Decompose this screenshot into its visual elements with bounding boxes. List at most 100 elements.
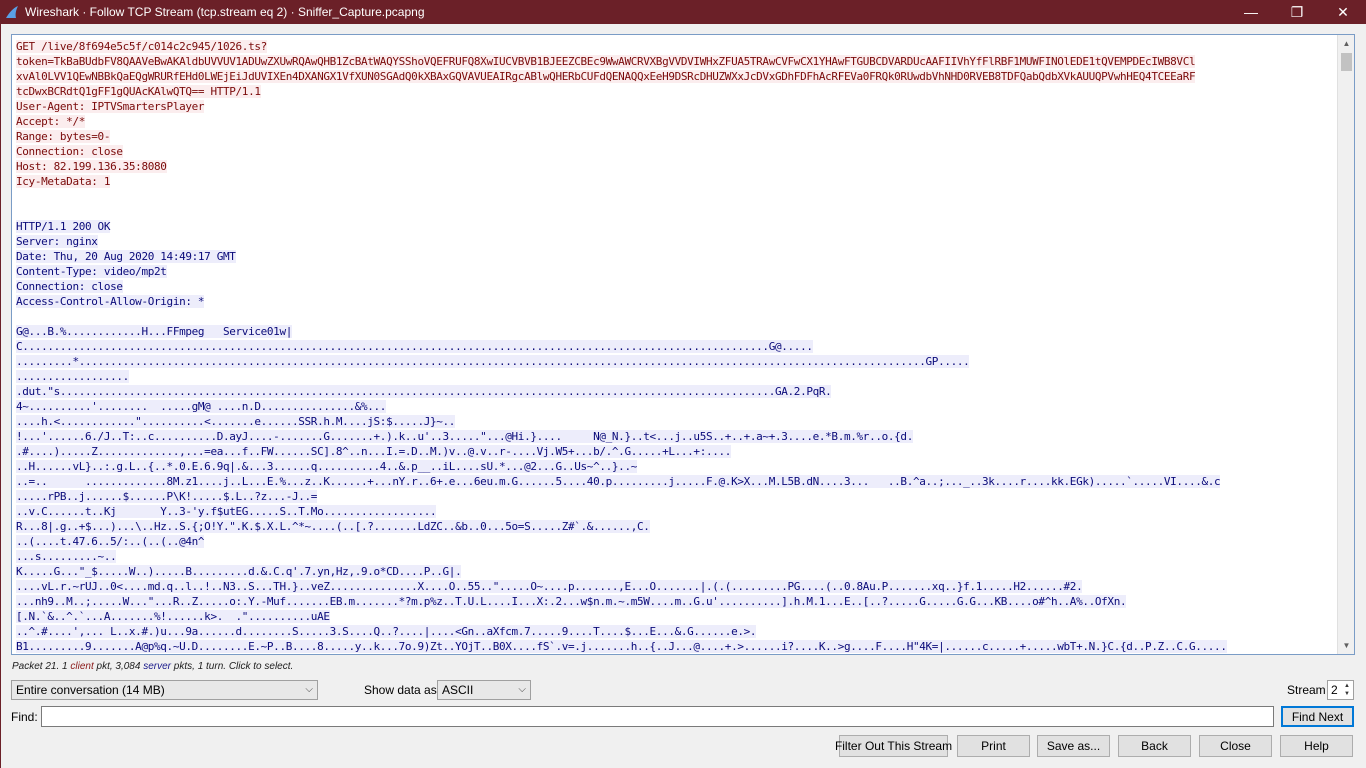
window-border: [0, 24, 1, 768]
back-label: Back: [1141, 739, 1168, 753]
print-button[interactable]: Print: [957, 735, 1030, 757]
stream-text-client: tcDwxBCRdtQ1gFF1gQUAcKAlwQTQ== HTTP/1.1: [16, 85, 261, 98]
packet-info-client: client: [70, 661, 94, 672]
show-data-as-label: Show data as: [364, 683, 437, 697]
scroll-up-arrow-icon[interactable]: ▲: [1338, 35, 1354, 52]
restore-icon: ❐: [1290, 3, 1304, 20]
stream-line-client: Range: bytes=0-: [16, 129, 1336, 144]
stream-line-server: ....vL.r.~rUJ..0<....md.q..l..!..N3..S..…: [16, 579, 1336, 594]
stream-line-client: Icy-MetaData: 1: [16, 174, 1336, 189]
stream-line-server: 4~..........'........ .....gM@ ....n.D..…: [16, 399, 1336, 414]
spin-arrows-icon[interactable]: ▲ ▼: [1342, 682, 1352, 698]
print-label: Print: [981, 739, 1006, 753]
stream-number-value: 2: [1331, 683, 1338, 697]
stream-line-server: ..................: [16, 369, 1336, 384]
stream-text-server: .....rPB..j......$......P\K!.....$.L..?z…: [16, 490, 318, 503]
stream-text-server: R...8|.g..+$...)...\..Hz..S.{;O!Y.".K.$.…: [16, 520, 650, 533]
stream-line-server: HTTP/1.1 200 OK: [16, 219, 1336, 234]
stream-line-server: ..^.#....',... L..x.#.)u...9a......d....…: [16, 624, 1336, 639]
stream-line-server: ...s.........~..: [16, 549, 1336, 564]
save-as-button[interactable]: Save as...: [1037, 735, 1110, 757]
stream-text-server: Access-Control-Allow-Origin: *: [16, 295, 205, 308]
stream-text-client: Host: 82.199.136.35:8080: [16, 160, 167, 173]
stream-text-server: ....h.<............"..........<.......e.…: [16, 415, 456, 428]
help-label: Help: [1304, 739, 1329, 753]
stream-line-server: .....rPB..j......$......P\K!.....$.L..?z…: [16, 489, 1336, 504]
stream-line-server: ..v.C......t..Kj Y..3-'y.f$utEG.....S..T…: [16, 504, 1336, 519]
stream-text-area[interactable]: GET /live/8f694e5c5f/c014c2c945/1026.ts?…: [11, 34, 1355, 655]
stream-line-server: ..(....t.47.6..5/:..(..(..@4n^: [16, 534, 1336, 549]
stream-text-server: ..H......vL}..:.g.L..{..*.0.E.6.9q|.&...…: [16, 460, 637, 473]
stream-line-client: User-Agent: IPTVSmartersPlayer: [16, 99, 1336, 114]
back-button[interactable]: Back: [1118, 735, 1191, 757]
stream-text-client: Connection: close: [16, 145, 123, 158]
stream-line-server: ..H......vL}..:.g.L..{..*.0.E.6.9q|.&...…: [16, 459, 1336, 474]
stream-text-client: User-Agent: IPTVSmartersPlayer: [16, 100, 205, 113]
stream-text-server: !...'......6./J..T:..c..........D.ayJ...…: [16, 430, 913, 443]
stream-text-client: xvAl0LVV1QEwNBBkQaEQgWRURfEHd0LWEjEiJdUV…: [16, 70, 1196, 83]
stream-line-client: token=TkBaBUdbFV8QAAVeBwAKAldbUVVUV1ADUw…: [16, 54, 1336, 69]
stream-content[interactable]: GET /live/8f694e5c5f/c014c2c945/1026.ts?…: [16, 39, 1336, 655]
stream-text-server: Server: nginx: [16, 235, 98, 248]
stream-text-server: ..=.. .............8M.z1....j..L...E.%..…: [16, 475, 1221, 488]
packet-info-status[interactable]: Packet 21. 1 client pkt, 3,084 server pk…: [12, 661, 293, 672]
stream-line-server: ...nh9..M..;.....W..."...R..Z.....o:.Y.-…: [16, 594, 1336, 609]
find-input[interactable]: [41, 706, 1274, 727]
scroll-thumb[interactable]: [1341, 53, 1352, 71]
find-next-button[interactable]: Find Next: [1281, 706, 1354, 727]
show-data-as-value: ASCII: [442, 683, 474, 697]
packet-info-server: server: [143, 661, 172, 672]
stream-line-client: xvAl0LVV1QEwNBBkQaEQgWRURfEHd0LWEjEiJdUV…: [16, 69, 1336, 84]
show-data-as-select[interactable]: ASCII ⌵: [437, 680, 531, 700]
stream-line-server: ....h.<............"..........<.......e.…: [16, 414, 1336, 429]
save-as-label: Save as...: [1046, 739, 1101, 753]
close-button[interactable]: Close: [1199, 735, 1272, 757]
scroll-down-arrow-icon[interactable]: ▼: [1338, 637, 1354, 654]
stream-line-client: Host: 82.199.136.35:8080: [16, 159, 1336, 174]
chevron-down-icon: ⌵: [518, 684, 526, 695]
stream-line-server: C.......................................…: [16, 339, 1336, 354]
close-icon: ✕: [1337, 3, 1349, 20]
stream-line-server: Server: nginx: [16, 234, 1336, 249]
stream-text-server: Content-Type: video/mp2t: [16, 265, 167, 278]
find-next-label: Find Next: [1291, 709, 1344, 724]
minimize-icon: —: [1244, 4, 1258, 20]
stream-line-client: GET /live/8f694e5c5f/c014c2c945/1026.ts?: [16, 39, 1336, 54]
find-label: Find:: [11, 710, 38, 724]
stream-text-client: GET /live/8f694e5c5f/c014c2c945/1026.ts?: [16, 40, 267, 53]
stream-line-client: tcDwxBCRdtQ1gFF1gQUAcKAlwQTQ== HTTP/1.1: [16, 84, 1336, 99]
conversation-select[interactable]: Entire conversation (14 MB) ⌵: [11, 680, 318, 700]
maximize-button[interactable]: ❐: [1274, 0, 1320, 24]
stream-line-server: G@...B.%............H...FFmpeg Service01…: [16, 324, 1336, 339]
stream-line-server: .#....).....Z.............,...=ea...f..F…: [16, 444, 1336, 459]
stream-line-server: Access-Control-Allow-Origin: *: [16, 294, 1336, 309]
stream-text-client: Icy-MetaData: 1: [16, 175, 111, 188]
close-window-button[interactable]: ✕: [1320, 0, 1366, 24]
packet-info-middle: pkt, 3,084: [93, 661, 144, 672]
stream-text-server: ..................: [16, 370, 129, 383]
filter-out-stream-label: Filter Out This Stream: [834, 739, 953, 753]
stream-blank-line: [16, 189, 1336, 204]
stream-text-client: Range: bytes=0-: [16, 130, 111, 143]
stream-line-client: Connection: close: [16, 144, 1336, 159]
filter-out-stream-button[interactable]: Filter Out This Stream: [835, 735, 952, 757]
stream-text-server: .dut."s.................................…: [16, 385, 832, 398]
packet-info-prefix: Packet 21. 1: [12, 661, 71, 672]
stream-line-server: R...8|.g..+$...)...\..Hz..S.{;O!Y.".K.$.…: [16, 519, 1336, 534]
stream-line-server: Date: Thu, 20 Aug 2020 14:49:17 GMT: [16, 249, 1336, 264]
chevron-down-icon: ⌵: [305, 684, 313, 695]
stream-text-client: token=TkBaBUdbFV8QAAVeBwAKAldbUVVUV1ADUw…: [16, 55, 1196, 68]
stream-text-server: .........*..............................…: [16, 355, 970, 368]
stream-line-server: Connection: close: [16, 279, 1336, 294]
stream-text-server: ..v.C......t..Kj Y..3-'y.f$utEG.....S..T…: [16, 505, 437, 518]
stream-text-server: ..^.#....',... L..x.#.)u...9a......d....…: [16, 625, 757, 638]
stream-line-server: .dut."s.................................…: [16, 384, 1336, 399]
stream-number-spinbox[interactable]: 2 ▲ ▼: [1327, 680, 1354, 700]
help-button[interactable]: Help: [1280, 735, 1353, 757]
stream-line-client: Accept: */*: [16, 114, 1336, 129]
stream-text-server: Connection: close: [16, 280, 123, 293]
stream-line-server: 6l...Z.{.JN. |..}......R..._......c.H...…: [16, 654, 1336, 655]
minimize-button[interactable]: —: [1228, 0, 1274, 24]
vertical-scrollbar[interactable]: ▲ ▼: [1337, 35, 1354, 654]
stream-text-server: 4~..........'........ .....gM@ ....n.D..…: [16, 400, 387, 413]
